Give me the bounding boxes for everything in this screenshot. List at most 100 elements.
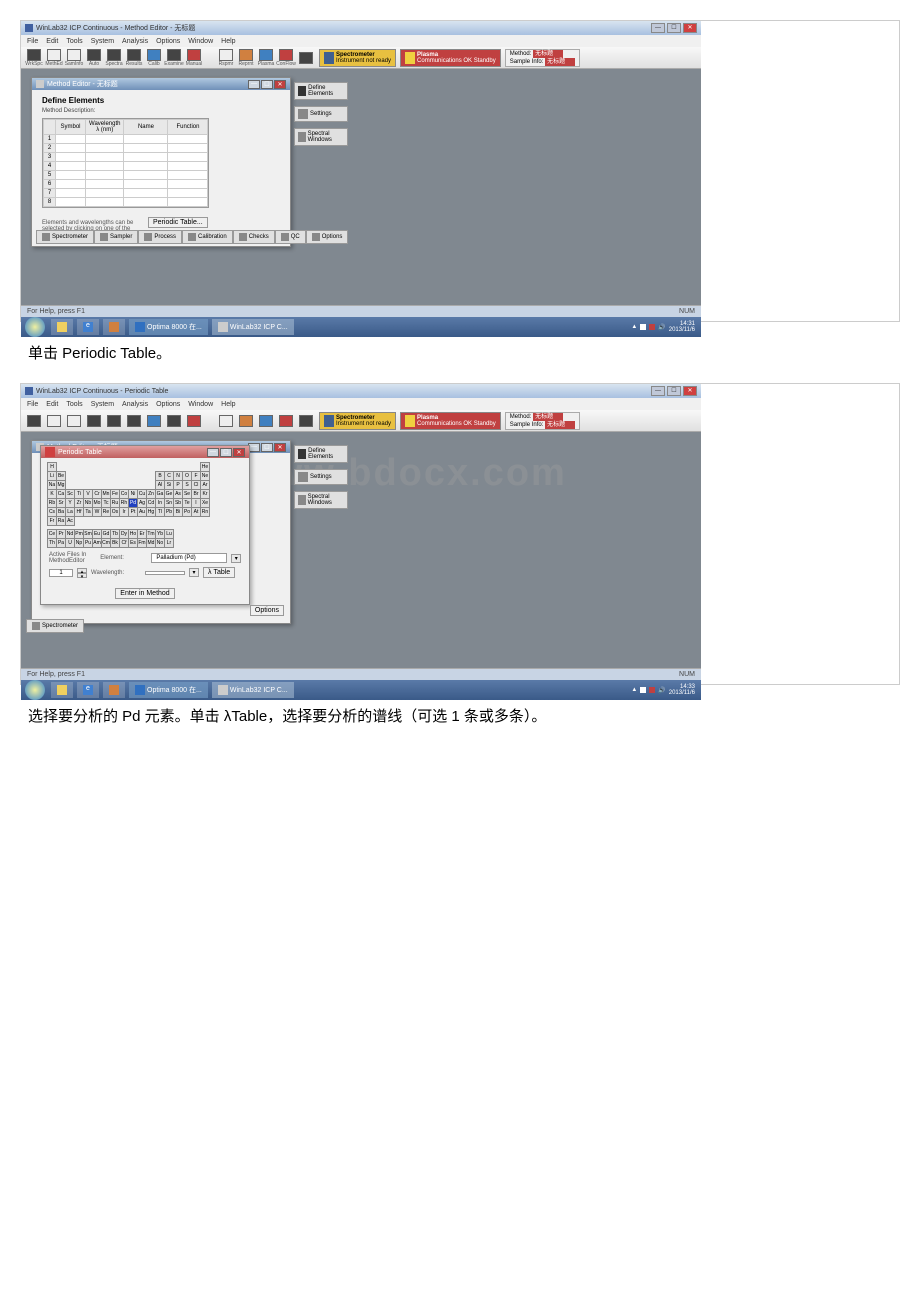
row-7[interactable]: 7 [44,189,56,198]
start-button-2[interactable] [25,680,45,700]
tab-options[interactable]: Options [306,230,349,244]
maximize-button-2[interactable]: ☐ [667,386,681,396]
row-4[interactable]: 4 [44,162,56,171]
tb2-reprnt[interactable] [237,412,255,430]
row-5[interactable]: 5 [44,171,56,180]
tab-sampler[interactable]: Sampler [94,230,138,244]
row-2[interactable]: 2 [44,144,56,153]
tb2-conflow[interactable] [277,412,295,430]
menu-help[interactable]: Help [221,38,235,45]
tb2-plasma[interactable] [257,412,275,430]
child-close[interactable]: ✕ [274,80,286,89]
tb2-spectra[interactable] [105,412,123,430]
task-word[interactable]: Optima 8000 在... [129,319,208,335]
pt-max[interactable]: ☐ [220,448,232,457]
side-define-elements-2[interactable]: Define Elements [294,445,348,463]
menu-tools[interactable]: Tools [66,38,82,45]
menu-file-2[interactable]: File [27,401,38,408]
menu-system[interactable]: System [91,38,114,45]
menu-window[interactable]: Window [188,38,213,45]
tab-spectrometer-2[interactable]: Spectrometer [26,619,84,633]
menu-tools-2[interactable]: Tools [66,401,82,408]
menu-edit[interactable]: Edit [46,38,58,45]
tb2-results[interactable] [125,412,143,430]
tb2-auto[interactable] [85,412,103,430]
close-button[interactable]: ✕ [683,23,697,33]
minimize-button-2[interactable]: — [651,386,665,396]
tb2-rspmr[interactable] [217,412,235,430]
tb-calib[interactable]: Calib [145,49,163,67]
pt-close[interactable]: ✕ [233,448,245,457]
close-button-2[interactable]: ✕ [683,386,697,396]
side-settings-2[interactable]: Settings [294,469,348,485]
task-winlab[interactable]: WinLab32 ICP C... [212,319,294,335]
side-spectral-windows[interactable]: Spectral Windows [294,128,348,146]
menu-system-2[interactable]: System [91,401,114,408]
tb-auto[interactable]: Auto [85,49,103,67]
tb2-wrkspc[interactable] [25,412,43,430]
menu-analysis[interactable]: Analysis [122,38,148,45]
periodic-table-button[interactable]: Periodic Table... [148,217,208,228]
child-max-2[interactable]: ☐ [261,443,273,452]
menu-options-2[interactable]: Options [156,401,180,408]
side-spectral-windows-2[interactable]: Spectral Windows [294,491,348,509]
tab-qc[interactable]: QC [275,230,306,244]
task-media-2[interactable] [103,682,125,698]
tb-plasma[interactable]: Plasma [257,49,275,67]
options-button[interactable]: Options [250,605,284,616]
elements-table[interactable]: Symbol Wavelength λ (nm) Name Function 1… [42,118,209,208]
menu-analysis-2[interactable]: Analysis [122,401,148,408]
num-input[interactable]: 1 [49,569,73,577]
row-1[interactable]: 1 [44,135,56,144]
system-tray-2[interactable]: ▲🔊 14:332013/11/6 [625,684,701,696]
tab-process[interactable]: Process [138,230,182,244]
menu-window-2[interactable]: Window [188,401,213,408]
tb2-calib[interactable] [145,412,163,430]
wavelength-dropdown[interactable]: ▾ [189,568,199,577]
tb-reprnt[interactable]: Reprnt [237,49,255,67]
task-explorer[interactable] [51,319,73,335]
tb-examine[interactable]: Examine [165,49,183,67]
tb-last[interactable] [297,49,315,67]
tb-methed[interactable]: MethEd [45,49,63,67]
minimize-button[interactable]: — [651,23,665,33]
child-close-2[interactable]: ✕ [274,443,286,452]
task-ie[interactable]: e [77,319,99,335]
system-tray[interactable]: ▲🔊 14:312013/11/6 [625,321,701,333]
menu-options[interactable]: Options [156,38,180,45]
element-select[interactable]: Palladium (Pd) [151,553,227,563]
lambda-table-button[interactable]: λ Table [203,567,235,578]
tb-results[interactable]: Results [125,49,143,67]
menu-edit-2[interactable]: Edit [46,401,58,408]
child-max[interactable]: ☐ [261,80,273,89]
tb-manual[interactable]: Manual [185,49,203,67]
tb-conflow[interactable]: ConFlow [277,49,295,67]
task-media[interactable] [103,319,125,335]
row-6[interactable]: 6 [44,180,56,189]
tab-spectrometer[interactable]: Spectrometer [36,230,94,244]
side-define-elements[interactable]: Define Elements [294,82,348,100]
enter-in-method-button[interactable]: Enter in Method [115,588,174,599]
task-explorer-2[interactable] [51,682,73,698]
tb2-methed[interactable] [45,412,63,430]
tb-rspmr[interactable]: Rspmr [217,49,235,67]
task-winlab-2[interactable]: WinLab32 ICP C... [212,682,294,698]
tb-wrkspc[interactable]: WrkSpc [25,49,43,67]
row-8[interactable]: 8 [44,198,56,207]
child-min[interactable]: — [248,80,260,89]
row-3[interactable]: 3 [44,153,56,162]
wavelength-select[interactable] [145,571,185,575]
tb2-manual[interactable] [185,412,203,430]
task-ie-2[interactable]: e [77,682,99,698]
start-button[interactable] [25,317,45,337]
task-word-2[interactable]: Optima 8000 在... [129,682,208,698]
tab-calibration[interactable]: Calibration [182,230,233,244]
tb2-saminfo[interactable] [65,412,83,430]
tb-saminfo[interactable]: SamInfo [65,49,83,67]
element-dropdown[interactable]: ▾ [231,554,241,563]
pt-min[interactable]: — [207,448,219,457]
tab-checks[interactable]: Checks [233,230,275,244]
element-pdpука[interactable]: Pd [129,499,138,508]
maximize-button[interactable]: ☐ [667,23,681,33]
spin-down[interactable]: ▾ [77,573,87,578]
